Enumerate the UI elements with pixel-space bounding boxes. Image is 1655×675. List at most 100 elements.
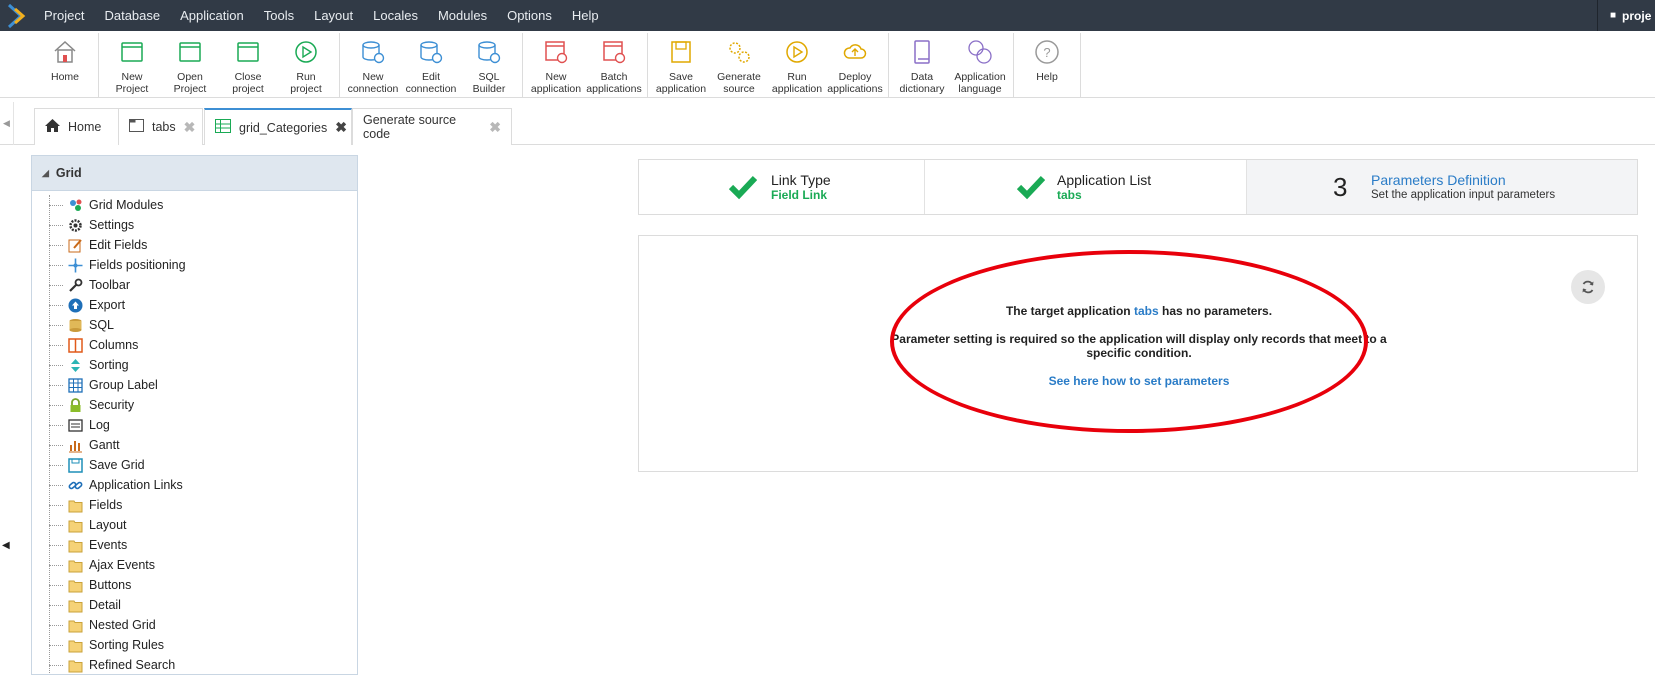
- tree-item[interactable]: Sorting: [32, 355, 357, 375]
- close-tab-tabs-icon[interactable]: ✖: [184, 119, 196, 136]
- menu-database[interactable]: Database: [94, 0, 170, 31]
- collapse-triangle-icon[interactable]: ◢: [42, 168, 49, 179]
- target-app-link[interactable]: tabs: [1134, 304, 1159, 318]
- tree-item[interactable]: Settings: [32, 215, 357, 235]
- tab-tabs[interactable]: tabs ✖: [118, 108, 203, 145]
- close-tab-generate-icon[interactable]: ✖: [489, 119, 501, 136]
- new-connection-button[interactable]: New connection: [344, 33, 402, 97]
- sql-builder-button[interactable]: SQL Builder: [460, 33, 518, 97]
- run-project-button[interactable]: Run project: [277, 33, 335, 97]
- collapse-tree-arrow-icon[interactable]: ◀: [2, 540, 10, 551]
- tree-item[interactable]: Group Label: [32, 375, 357, 395]
- save-icon: [67, 457, 83, 473]
- tree-item[interactable]: Detail: [32, 595, 357, 615]
- save-application-icon: [668, 39, 694, 71]
- close-tab-grid-categories-icon[interactable]: ✖: [335, 119, 347, 136]
- tree-item[interactable]: Sorting Rules: [32, 635, 357, 655]
- menu-layout[interactable]: Layout: [304, 0, 363, 31]
- scriptcase-logo-icon[interactable]: [0, 0, 34, 31]
- tree-item[interactable]: Security: [32, 395, 357, 415]
- tree-connector: [49, 265, 63, 266]
- tree-item[interactable]: Refined Search: [32, 655, 357, 674]
- deploy-applications-button[interactable]: Deploy applications: [826, 33, 884, 97]
- generate-source-button[interactable]: Generate source: [710, 33, 768, 97]
- home-button[interactable]: Home: [36, 33, 94, 97]
- batch-applications-button[interactable]: Batch applications: [585, 33, 643, 97]
- tree-item[interactable]: Layout: [32, 515, 357, 535]
- tab-generate-label: Generate source code: [363, 113, 457, 141]
- tree-connector: [49, 445, 63, 446]
- tree-item-label: Grid Modules: [89, 198, 164, 212]
- tree-item[interactable]: Fields: [32, 495, 357, 515]
- menu-options[interactable]: Options: [497, 0, 562, 31]
- tree-item[interactable]: Export: [32, 295, 357, 315]
- tree-item[interactable]: Nested Grid: [32, 615, 357, 635]
- refresh-button[interactable]: [1571, 270, 1605, 304]
- tree-item-label: Layout: [89, 518, 127, 532]
- grid-icon: [215, 119, 231, 136]
- menu-tools[interactable]: Tools: [254, 0, 304, 31]
- tree-item[interactable]: Save Grid: [32, 455, 357, 475]
- new-project-button[interactable]: New Project: [103, 33, 161, 97]
- toolbar-group: Save application Generate source Run applicat…: [652, 33, 889, 97]
- application-language-button[interactable]: Application language: [951, 33, 1009, 97]
- tree-connector: [49, 565, 63, 566]
- tree-connector: [49, 205, 63, 206]
- menu-application[interactable]: Application: [170, 0, 254, 31]
- parameters-content: The target application tabs has no param…: [638, 235, 1638, 472]
- tab-home[interactable]: Home: [34, 108, 123, 145]
- tree-item-label: Group Label: [89, 378, 158, 392]
- new-application-button[interactable]: New application: [527, 33, 585, 97]
- tree-header[interactable]: ◢ Grid: [32, 156, 357, 191]
- tree-item[interactable]: Log: [32, 415, 357, 435]
- tree-item[interactable]: Edit Fields: [32, 235, 357, 255]
- tree-item[interactable]: Buttons: [32, 575, 357, 595]
- tree-item[interactable]: Gantt: [32, 435, 357, 455]
- edit-fields-icon: [67, 237, 83, 253]
- menu-locales[interactable]: Locales: [363, 0, 428, 31]
- edit-connection-button[interactable]: Edit connection: [402, 33, 460, 97]
- tree-item[interactable]: Toolbar: [32, 275, 357, 295]
- open-project-button[interactable]: Open Project: [161, 33, 219, 97]
- tree-item[interactable]: Ajax Events: [32, 555, 357, 575]
- tree-connector: [49, 485, 63, 486]
- tree-list: Grid Modules Settings Edit Fields Fields…: [32, 191, 357, 674]
- tab-generate-source-code[interactable]: Generate source code ✖: [352, 108, 512, 145]
- data-dictionary-button[interactable]: Data dictionary: [893, 33, 951, 97]
- window-icon: [129, 119, 144, 135]
- help-button[interactable]: ? Help: [1018, 33, 1076, 97]
- tree-item[interactable]: Events: [32, 535, 357, 555]
- tab-tabs-label: tabs: [152, 120, 176, 134]
- menu-modules[interactable]: Modules: [428, 0, 497, 31]
- run-application-button[interactable]: Run application: [768, 33, 826, 97]
- tree-item[interactable]: SQL: [32, 315, 357, 335]
- tree-item-label: Columns: [89, 338, 139, 352]
- collapse-tabs-button[interactable]: ◀: [0, 102, 14, 145]
- home-icon: [52, 39, 78, 71]
- toolbar-label: application: [655, 83, 707, 95]
- tree-connector: [49, 625, 63, 626]
- tree-header-label: Grid: [55, 166, 82, 180]
- tree-item[interactable]: Columns: [32, 335, 357, 355]
- toolbar-label: Help: [1036, 71, 1058, 83]
- step-application-list[interactable]: Application List tabs: [924, 160, 1246, 214]
- tree-item[interactable]: Fields positioning: [32, 255, 357, 275]
- tab-grid-categories[interactable]: grid_Categories ✖: [204, 108, 352, 145]
- tree-item[interactable]: Grid Modules: [32, 195, 357, 215]
- toolbar-group: New application Batch applications: [527, 33, 648, 97]
- step-parameters-definition[interactable]: 3 Parameters Definition Set the applicat…: [1246, 160, 1637, 214]
- menu-help[interactable]: Help: [562, 0, 609, 31]
- tree-connector: [49, 545, 63, 546]
- log-icon: [67, 417, 83, 433]
- tree-item[interactable]: Application Links: [32, 475, 357, 495]
- toolbar-label: SQL: [478, 71, 500, 83]
- tree-connector: [49, 345, 63, 346]
- tree-item-label: Log: [89, 418, 110, 432]
- save-application-button[interactable]: Save application: [652, 33, 710, 97]
- project-tab[interactable]: ■ proje: [1597, 0, 1655, 31]
- toolbar-label: dictionary: [899, 83, 945, 95]
- close-project-button[interactable]: Close project: [219, 33, 277, 97]
- menu-project[interactable]: Project: [34, 0, 94, 31]
- step-link-type[interactable]: Link Type Field Link: [639, 160, 924, 214]
- help-parameters-link[interactable]: See here how to set parameters: [889, 374, 1389, 388]
